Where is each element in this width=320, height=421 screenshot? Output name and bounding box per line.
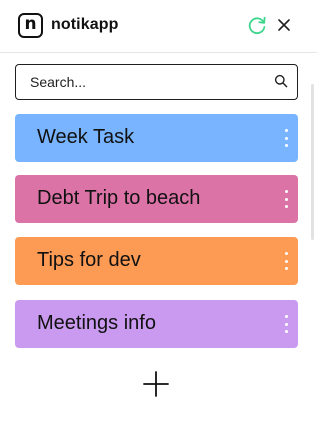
note-card[interactable]: Week Task [15,114,298,162]
search-box[interactable] [15,64,298,100]
refresh-icon [248,16,266,35]
note-title: Meetings info [37,312,156,334]
kebab-menu-icon[interactable] [284,315,288,333]
close-button[interactable] [275,16,293,34]
refresh-button[interactable] [246,15,268,37]
note-card[interactable]: Debt Trip to beach [15,175,298,223]
note-title: Debt Trip to beach [37,187,201,209]
plus-icon [143,371,169,397]
scrollbar[interactable] [311,84,314,240]
kebab-menu-icon[interactable] [284,190,288,208]
note-card[interactable]: Meetings info [15,300,298,348]
app-name: notikapp [51,16,119,33]
search-input[interactable] [30,73,260,91]
note-title: Week Task [37,126,135,148]
app-header: n notikapp [0,0,317,53]
kebab-menu-icon[interactable] [284,129,288,147]
add-note-button[interactable] [142,370,170,398]
close-icon [278,19,290,31]
kebab-menu-icon[interactable] [284,252,288,270]
app-logo: n [18,13,43,38]
search-icon[interactable] [274,74,288,88]
note-card[interactable]: Tips for dev [15,237,298,285]
note-title: Tips for dev [37,249,141,271]
logo-letter: n [24,13,37,34]
